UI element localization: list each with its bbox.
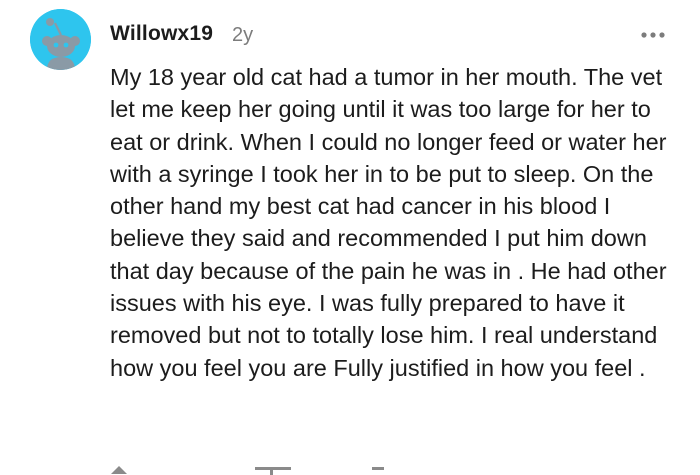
reply-icon[interactable] <box>372 467 384 470</box>
reply-icon[interactable] <box>255 467 291 475</box>
upvote-icon[interactable] <box>111 466 127 474</box>
more-options-icon <box>641 32 665 38</box>
comment-author[interactable]: Willowx19 <box>110 22 213 46</box>
comment-body: My 18 year old cat had a tumor in her mo… <box>110 64 667 381</box>
more-options-button[interactable] <box>639 28 669 40</box>
comment-age: 2y <box>232 24 254 46</box>
comment-action-bar <box>110 462 410 475</box>
avatar[interactable] <box>30 9 91 70</box>
snoo-avatar-icon <box>30 9 91 70</box>
